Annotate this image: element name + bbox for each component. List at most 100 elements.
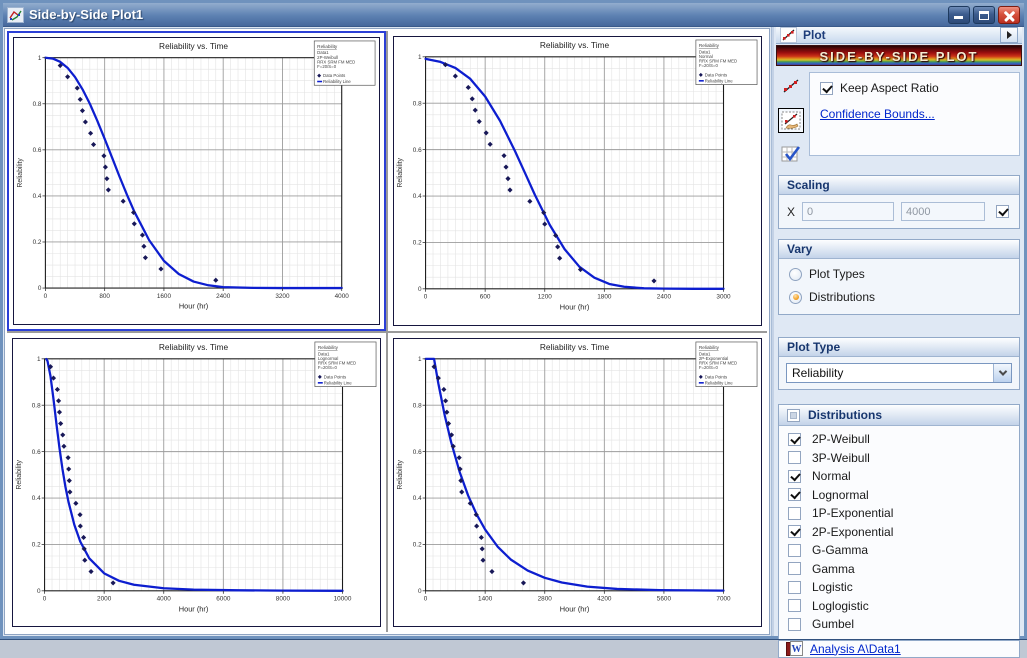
y-axis-label: Reliability — [16, 459, 23, 489]
svg-text:7000: 7000 — [716, 595, 731, 602]
svg-text:Reliability Line: Reliability Line — [705, 380, 734, 385]
distribution-checkbox[interactable] — [788, 581, 801, 594]
svg-text:Reliability Line: Reliability Line — [705, 78, 734, 83]
dropdown-button[interactable] — [993, 364, 1011, 382]
minimize-button[interactable] — [948, 6, 970, 24]
keep-aspect-ratio-checkbox[interactable] — [820, 82, 833, 95]
distribution-item-2p-exponential[interactable]: 2P-Exponential — [779, 523, 1019, 542]
plot-type-title: Plot Type — [787, 340, 840, 354]
data-point — [143, 255, 148, 260]
distribution-item-normal[interactable]: Normal — [779, 467, 1019, 486]
panel-expand-button[interactable] — [1000, 27, 1018, 43]
plot-line-tool-button[interactable] — [778, 74, 804, 99]
plot-type-value: Reliability — [787, 366, 993, 380]
data-point — [505, 176, 510, 181]
distribution-checkbox[interactable] — [788, 544, 801, 557]
x-axis-label: Hour (hr) — [179, 604, 209, 613]
x-axis-label: Hour (hr) — [179, 302, 208, 311]
svg-text:Reliability Line: Reliability Line — [323, 79, 351, 84]
distribution-checkbox[interactable] — [788, 525, 801, 538]
distribution-item-logistic[interactable]: Logistic — [779, 578, 1019, 597]
data-point — [542, 222, 547, 227]
plot-pan-tool-button[interactable] — [778, 108, 804, 133]
vary-option-plot-types[interactable]: Plot Types — [789, 267, 1009, 281]
distribution-checkbox[interactable] — [788, 599, 801, 612]
svg-text:0.4: 0.4 — [413, 495, 422, 502]
distribution-checkbox[interactable] — [788, 507, 801, 520]
distribution-checkbox[interactable] — [788, 488, 801, 501]
distributions-select-all-checkbox[interactable] — [787, 409, 800, 422]
distribution-checkbox[interactable] — [788, 470, 801, 483]
data-point — [489, 568, 494, 573]
plot-type-dropdown[interactable]: Reliability — [786, 363, 1012, 383]
distribution-checkbox[interactable] — [788, 451, 801, 464]
maximize-button[interactable] — [973, 6, 995, 24]
data-point — [73, 500, 78, 505]
distribution-item-3p-weibull[interactable]: 3P-Weibull — [779, 449, 1019, 468]
arrow-right-icon — [1007, 31, 1012, 39]
distribution-item-lognormal[interactable]: Lognormal — [779, 486, 1019, 505]
plot-panel-2p-weibull[interactable]: 0800160024003200400000.20.40.60.81Reliab… — [7, 31, 386, 331]
svg-text:1200: 1200 — [538, 294, 553, 301]
distribution-label: 1P-Exponential — [812, 506, 893, 520]
data-point — [88, 131, 93, 136]
plot-title: Reliability vs. Time — [540, 341, 610, 351]
svg-text:Reliability: Reliability — [699, 344, 720, 350]
plot-panel-2p-exponential[interactable]: 01400280042005600700000.20.40.60.81Relia… — [388, 333, 767, 633]
data-point — [441, 386, 446, 391]
radio-button[interactable] — [789, 291, 802, 304]
svg-text:0.4: 0.4 — [33, 193, 42, 200]
keep-aspect-ratio-option[interactable]: Keep Aspect Ratio — [820, 81, 1009, 95]
x-axis-label: Hour (hr) — [560, 604, 590, 613]
reliability-plot: 0800160024003200400000.20.40.60.81Reliab… — [14, 38, 379, 324]
reliability-plot: 0600120018002400300000.20.40.60.81Reliab… — [394, 37, 761, 325]
app-window: Side-by-Side Plot1 080016002400320040000… — [0, 0, 1027, 639]
svg-text:2000: 2000 — [97, 595, 112, 602]
distribution-item-2p-weibull[interactable]: 2P-Weibull — [779, 430, 1019, 449]
distribution-label: Lognormal — [812, 488, 869, 502]
distribution-item-gumbel[interactable]: Gumbel — [779, 615, 1019, 634]
y-axis-label: Reliability — [397, 459, 404, 489]
confidence-bounds-link[interactable]: Confidence Bounds... — [820, 107, 935, 121]
svg-text:0.8: 0.8 — [413, 402, 422, 409]
plot-frame-1: 0800160024003200400000.20.40.60.81Reliab… — [13, 37, 380, 325]
svg-text:0: 0 — [44, 293, 48, 300]
data-point — [58, 420, 63, 425]
distribution-item-1p-exponential[interactable]: 1P-Exponential — [779, 504, 1019, 523]
autoscale-checkbox[interactable] — [996, 205, 1009, 218]
distribution-item-g-gamma[interactable]: G-Gamma — [779, 541, 1019, 560]
data-point — [91, 142, 96, 147]
title-bar[interactable]: Side-by-Side Plot1 — [3, 3, 1024, 27]
distribution-item-gamma[interactable]: Gamma — [779, 560, 1019, 579]
distribution-label: Normal — [812, 469, 851, 483]
distributions-header: Distributions — [779, 405, 1019, 426]
svg-text:6000: 6000 — [216, 595, 231, 602]
svg-text:0: 0 — [418, 587, 422, 594]
svg-text:1800: 1800 — [597, 294, 612, 301]
vary-option-distributions[interactable]: Distributions — [789, 290, 1009, 304]
svg-text:4000: 4000 — [157, 595, 172, 602]
data-point — [479, 534, 484, 539]
plot-setup-tool-button[interactable] — [778, 142, 804, 167]
svg-text:0.2: 0.2 — [413, 240, 422, 247]
distribution-item-loglogistic[interactable]: Loglogistic — [779, 597, 1019, 616]
radio-button[interactable] — [789, 268, 802, 281]
svg-text:0: 0 — [424, 294, 428, 301]
distribution-checkbox[interactable] — [788, 562, 801, 575]
svg-text:0: 0 — [424, 595, 428, 602]
distribution-checkbox[interactable] — [788, 433, 801, 446]
svg-text:5600: 5600 — [657, 595, 672, 602]
data-point — [78, 97, 83, 102]
analysis-data-link[interactable]: Analysis A\Data1 — [810, 642, 901, 656]
plot-panel-normal[interactable]: 0600120018002400300000.20.40.60.81Reliab… — [388, 31, 767, 331]
distribution-checkbox[interactable] — [788, 618, 801, 631]
data-point — [67, 489, 72, 494]
data-point — [474, 523, 479, 528]
svg-text:0.8: 0.8 — [413, 100, 422, 107]
svg-text:8000: 8000 — [276, 595, 291, 602]
data-point — [507, 187, 512, 192]
data-point — [484, 130, 489, 135]
svg-text:4200: 4200 — [597, 595, 612, 602]
plot-panel-lognormal[interactable]: 020004000600080001000000.20.40.60.81Reli… — [7, 333, 386, 633]
close-button[interactable] — [998, 6, 1020, 24]
